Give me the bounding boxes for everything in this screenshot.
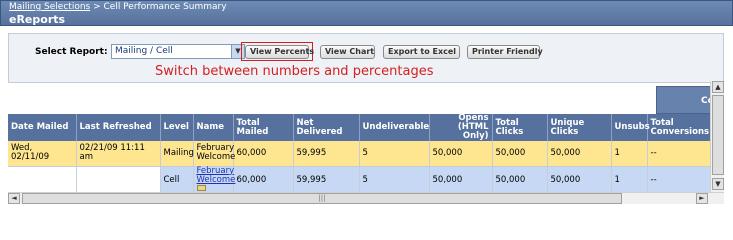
breadcrumb-link-mailing-selections[interactable]: Mailing Selections — [9, 2, 90, 12]
table-row: Wed, 02/11/09 02/21/09 11:11 am Mailing … — [8, 141, 724, 167]
cell-opens: 50,000 — [429, 141, 493, 167]
results-table: Date Mailed Last Refreshed Level Name To… — [8, 114, 724, 195]
column-header-total-clicks[interactable]: Total Clicks — [492, 114, 548, 141]
column-header-opens[interactable]: Opens (HTML Only) — [429, 114, 493, 141]
column-header-level[interactable]: Level — [160, 114, 194, 141]
column-header-last-refreshed[interactable]: Last Refreshed — [76, 114, 161, 141]
export-to-excel-button[interactable]: Export to Excel — [383, 45, 460, 59]
cell-date-mailed — [8, 166, 77, 195]
cell-level: Cell — [160, 166, 194, 195]
cell-opens: 50,000 — [429, 166, 493, 195]
cell-unsubs: 1 — [611, 166, 648, 195]
column-header-unsubs[interactable]: Unsubs — [611, 114, 650, 141]
scroll-right-icon[interactable]: ► — [696, 193, 708, 204]
cell-total-mailed: 60,000 — [233, 141, 294, 167]
breadcrumb: Mailing Selections > Cell Performance Su… — [9, 2, 227, 12]
vertical-scroll-thumb[interactable] — [712, 95, 724, 175]
printer-friendly-button[interactable]: Printer Friendly — [467, 45, 543, 59]
report-select[interactable]: Mailing / Cell ▼ — [111, 44, 245, 59]
table-header-row: Date Mailed Last Refreshed Level Name To… — [8, 114, 724, 141]
cell-net-delivered: 59,995 — [293, 141, 360, 167]
cell-total-mailed: 60,000 — [233, 166, 294, 195]
view-chart-button[interactable]: View Chart — [320, 45, 375, 59]
scroll-down-icon[interactable]: ▼ — [712, 178, 724, 190]
results-grid: Co Date Mailed Last Refreshed Level Name… — [8, 84, 724, 202]
hint-text: Switch between numbers and percentages — [155, 64, 434, 79]
page-title: eReports — [9, 13, 66, 26]
cell-undeliverable: 5 — [359, 166, 430, 195]
cell-unique-clicks: 50,000 — [547, 141, 612, 167]
horizontal-scrollbar[interactable]: ◄ ||| ► — [8, 192, 724, 204]
column-header-total-mailed[interactable]: Total Mailed — [233, 114, 294, 141]
column-header-undeliverable[interactable]: Undeliverable — [359, 114, 430, 141]
cell-undeliverable: 5 — [359, 141, 430, 167]
header-bar: Mailing Selections > Cell Performance Su… — [0, 0, 733, 26]
cell-unique-clicks: 50,000 — [547, 166, 612, 195]
column-header-name[interactable]: Name — [193, 114, 234, 141]
cell-unsubs: 1 — [611, 141, 648, 167]
cell-name: February Welcome — [193, 141, 235, 167]
scroll-left-icon[interactable]: ◄ — [8, 193, 20, 204]
column-header-date-mailed[interactable]: Date Mailed — [8, 114, 77, 141]
envelope-icon[interactable] — [196, 185, 206, 191]
breadcrumb-separator: > — [90, 2, 104, 12]
cell-total-clicks: 50,000 — [492, 141, 548, 167]
cell-name-link[interactable]: February Welcome — [197, 166, 236, 185]
column-header-net-delivered[interactable]: Net Delivered — [293, 114, 360, 141]
report-toolbar: Select Report: Mailing / Cell ▼ View Per… — [8, 33, 724, 83]
cell-net-delivered: 59,995 — [293, 166, 360, 195]
cell-name: February Welcome — [193, 166, 236, 195]
cell-level: Mailing — [160, 141, 194, 167]
cell-date-mailed: Wed, 02/11/09 — [8, 141, 77, 167]
cell-total-clicks: 50,000 — [492, 166, 548, 195]
select-report-label: Select Report: — [35, 47, 108, 57]
breadcrumb-current: Cell Performance Summary — [103, 2, 227, 12]
cell-last-refreshed — [76, 166, 161, 195]
view-percents-button[interactable]: View Percents — [245, 45, 314, 59]
scroll-up-icon[interactable]: ▲ — [712, 81, 724, 93]
cell-last-refreshed: 02/21/09 11:11 am — [76, 141, 161, 167]
report-select-value: Mailing / Cell — [115, 46, 173, 56]
table-row: Cell February Welcome 60,000 59,995 5 50… — [8, 166, 724, 195]
column-header-unique-clicks[interactable]: Unique Clicks — [547, 114, 612, 141]
vertical-scrollbar[interactable]: ▲ ▼ — [710, 81, 724, 192]
horizontal-scroll-thumb[interactable]: ||| — [22, 193, 622, 204]
